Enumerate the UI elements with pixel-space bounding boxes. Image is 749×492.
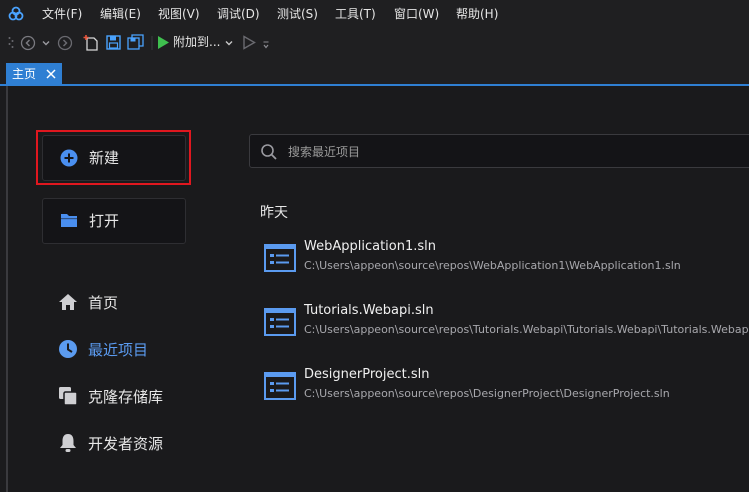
forward-icon[interactable] [57,35,73,51]
run-without-debug-icon[interactable] [242,35,256,50]
recent-item-name: Tutorials.Webapi.sln [304,303,434,318]
recent-item[interactable]: Tutorials.Webapi.sln C:\Users\appeon\sou… [262,302,749,348]
new-project-icon[interactable] [83,34,99,52]
close-icon[interactable] [44,67,58,81]
open-button-label: 打开 [89,212,120,230]
toolbar-separator [151,36,153,50]
recent-item-path: C:\Users\appeon\source\repos\DesignerPro… [304,387,670,400]
toolbar-grip-icon [8,37,14,48]
menu-view[interactable]: 视图(V) [158,6,200,22]
recent-item-name: DesignerProject.sln [304,367,430,382]
tab-home[interactable]: 主页 [6,63,62,85]
clone-icon [59,387,78,406]
search-input[interactable] [286,141,730,163]
toolbar-overflow-icon[interactable] [262,40,270,50]
document-tab-strip [0,58,749,86]
search-icon [261,144,277,160]
attach-dropdown-icon[interactable] [224,38,234,48]
sidebar-item-developer-resources-label: 开发者资源 [88,435,164,453]
clock-icon [59,340,77,358]
highlight-box [36,130,191,185]
solution-file-icon [264,244,296,272]
home-icon [59,294,77,310]
sidebar-item-developer-resources[interactable]: 开发者资源 [56,432,196,456]
back-icon[interactable] [20,35,36,51]
save-icon[interactable] [106,35,121,50]
tab-home-label: 主页 [12,67,37,81]
solution-file-icon [264,308,296,336]
recent-item-name: WebApplication1.sln [304,239,437,254]
menu-tools[interactable]: 工具(T) [335,6,376,22]
sidebar-item-clone[interactable]: 克隆存储库 [56,385,196,409]
bell-icon [60,434,76,452]
menu-window[interactable]: 窗口(W) [394,6,439,22]
menu-test[interactable]: 测试(S) [277,6,318,22]
left-border [6,86,8,492]
sidebar-item-recent-label: 最近项目 [88,341,149,359]
sidebar-item-home[interactable]: 首页 [56,291,176,315]
recent-item-path: C:\Users\appeon\source\repos\WebApplicat… [304,259,681,272]
sidebar-item-clone-label: 克隆存储库 [88,388,164,406]
menu-bar: 文件(F) 编辑(E) 视图(V) 调试(D) 测试(S) 工具(T) 窗口(W… [0,0,749,28]
recent-section-label: 昨天 [260,205,288,221]
attach-to-button[interactable]: 附加到... [173,34,220,50]
save-all-icon[interactable] [127,34,144,51]
sidebar-item-home-label: 首页 [88,294,119,312]
menu-debug[interactable]: 调试(D) [217,6,260,22]
menu-edit[interactable]: 编辑(E) [100,6,141,22]
recent-item[interactable]: DesignerProject.sln C:\Users\appeon\sour… [262,366,749,412]
folder-icon [61,214,77,227]
search-box[interactable] [249,134,749,168]
recent-item[interactable]: WebApplication1.sln C:\Users\appeon\sour… [262,238,749,284]
chevron-down-icon[interactable] [41,38,51,48]
recent-item-path: C:\Users\appeon\source\repos\Tutorials.W… [304,323,749,336]
app-logo-icon [8,6,24,21]
sidebar-item-recent[interactable]: 最近项目 [56,338,176,362]
menu-help[interactable]: 帮助(H) [456,6,498,22]
solution-file-icon [264,372,296,400]
play-icon[interactable] [156,35,170,50]
menu-file[interactable]: 文件(F) [42,6,82,22]
open-button[interactable]: 打开 [42,198,186,244]
